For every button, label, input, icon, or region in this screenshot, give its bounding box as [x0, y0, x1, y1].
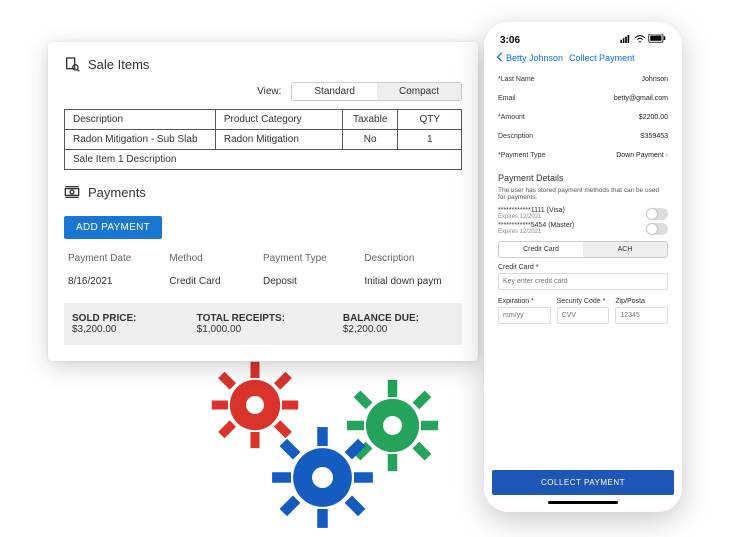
payment-details-title: Payment Details: [498, 173, 668, 183]
home-indicator: [548, 501, 618, 504]
sale-items-heading: Sale Items: [64, 56, 462, 72]
tab-credit-card[interactable]: Credit Card: [499, 242, 583, 257]
back-button[interactable]: Betty Johnson: [496, 52, 563, 64]
back-label: Betty Johnson: [506, 53, 563, 63]
status-bar: 3:06: [492, 32, 674, 52]
battery-icon: [648, 34, 666, 46]
tab-ach[interactable]: ACH: [583, 242, 667, 257]
cell-qty: 1: [398, 130, 462, 150]
payments-title: Payments: [88, 185, 146, 200]
email-value[interactable]: betty@gmail.com: [614, 95, 668, 102]
col-payment-type: Payment Type: [263, 253, 364, 264]
status-time: 3:06: [500, 35, 520, 46]
cell-pay-date: 8/16/2021: [68, 276, 169, 287]
cvv-label: Security Code *: [557, 298, 610, 305]
zip-label: Zip/Posta: [615, 298, 668, 305]
desktop-panel: Sale Items View: Standard Compact Descri…: [48, 42, 478, 361]
chevron-left-icon: [496, 52, 504, 64]
payment-method-tabs: Credit Card ACH: [498, 241, 668, 258]
phone-mockup: 3:06 Betty Johnson Collect Payment *Last…: [484, 22, 682, 512]
total-receipts-value: $1,000.00: [197, 324, 242, 335]
payment-row[interactable]: 8/16/2021 Credit Card Deposit Initial do…: [64, 270, 462, 293]
card-expires: Expires 12/2021: [498, 214, 565, 220]
add-payment-button[interactable]: ADD PAYMENT: [64, 216, 162, 239]
screen-title: Collect Payment: [569, 53, 635, 63]
payment-type-label: *Payment Type: [498, 152, 545, 159]
col-description: Description: [65, 110, 216, 130]
col-taxable: Taxable: [342, 110, 398, 130]
collect-payment-button[interactable]: COLLECT PAYMENT: [492, 470, 674, 495]
table-row[interactable]: Sale Item 1 Description: [65, 150, 462, 170]
gear-icon: [270, 425, 375, 530]
payments-icon: [64, 184, 80, 200]
cell-pay-method: Credit Card: [169, 276, 263, 287]
amount-label: *Amount: [498, 114, 525, 121]
wifi-icon: [634, 35, 646, 46]
card-mask: ************5454 (Master): [498, 222, 574, 229]
last-name-value[interactable]: Johnson: [642, 76, 668, 83]
card-mask: ************1111 (Visa): [498, 207, 565, 214]
last-name-label: *Last Name: [498, 76, 535, 83]
cell-item-description: Sale Item 1 Description: [65, 150, 462, 170]
payments-header-row: Payment Date Method Payment Type Descrip…: [64, 247, 462, 270]
signal-icon: [620, 35, 632, 46]
cell-pay-type: Deposit: [263, 276, 364, 287]
balance-due-value: $2,200.00: [343, 324, 388, 335]
amount-value[interactable]: $2200.00: [639, 114, 668, 121]
view-label: View:: [257, 86, 281, 97]
balance-due-label: BALANCE DUE:: [343, 313, 419, 324]
sale-items-title: Sale Items: [88, 57, 149, 72]
view-toggle: Standard Compact: [291, 82, 462, 101]
view-compact-option[interactable]: Compact: [377, 83, 461, 100]
expiration-label: Expiration *: [498, 298, 551, 305]
cvv-input[interactable]: [557, 307, 610, 324]
cell-taxable: No: [342, 130, 398, 150]
payment-type-row[interactable]: *Payment Type Down Payment›: [498, 146, 668, 165]
col-category: Product Category: [215, 110, 342, 130]
stored-method-row[interactable]: ************1111 (Visa) Expires 12/2021: [498, 207, 668, 220]
col-payment-date: Payment Date: [68, 253, 169, 264]
email-label: Email: [498, 95, 516, 102]
cell-description: Radon Mitigation - Sub Slab: [65, 130, 216, 150]
sale-items-table: Description Product Category Taxable QTY…: [64, 109, 462, 170]
stored-method-row[interactable]: ************5454 (Master) Expires 12/202…: [498, 222, 668, 235]
col-method: Method: [169, 253, 263, 264]
col-qty: QTY: [398, 110, 462, 130]
cc-input[interactable]: [498, 273, 668, 290]
sold-price-label: SOLD PRICE:: [72, 313, 136, 324]
cell-category: Radon Mitigation: [215, 130, 342, 150]
sold-price-value: $3,200.00: [72, 324, 117, 335]
payment-type-value: Down Payment: [616, 152, 663, 159]
table-row[interactable]: Radon Mitigation - Sub Slab Radon Mitiga…: [65, 130, 462, 150]
card-expires: Expires 12/2021: [498, 229, 574, 235]
description-label: Description: [498, 133, 533, 140]
sale-items-icon: [64, 56, 80, 72]
zip-input[interactable]: [615, 307, 668, 324]
chevron-right-icon: ›: [666, 152, 668, 159]
expiration-input[interactable]: [498, 307, 551, 324]
totals-bar: SOLD PRICE: $3,200.00 TOTAL RECEIPTS: $1…: [64, 303, 462, 345]
col-pay-description: Description: [364, 253, 458, 264]
table-header-row: Description Product Category Taxable QTY: [65, 110, 462, 130]
payments-heading: Payments: [64, 184, 462, 200]
method-toggle[interactable]: [646, 223, 668, 235]
description-value[interactable]: S359453: [640, 133, 668, 140]
payment-details-help: The user has stored payment methods that…: [498, 187, 668, 201]
cc-label: Credit Card *: [498, 264, 668, 271]
cell-pay-desc: Initial down paym: [364, 276, 458, 287]
view-standard-option[interactable]: Standard: [292, 83, 377, 100]
total-receipts-label: TOTAL RECEIPTS:: [197, 313, 285, 324]
method-toggle[interactable]: [646, 208, 668, 220]
nav-bar: Betty Johnson Collect Payment: [492, 52, 674, 70]
